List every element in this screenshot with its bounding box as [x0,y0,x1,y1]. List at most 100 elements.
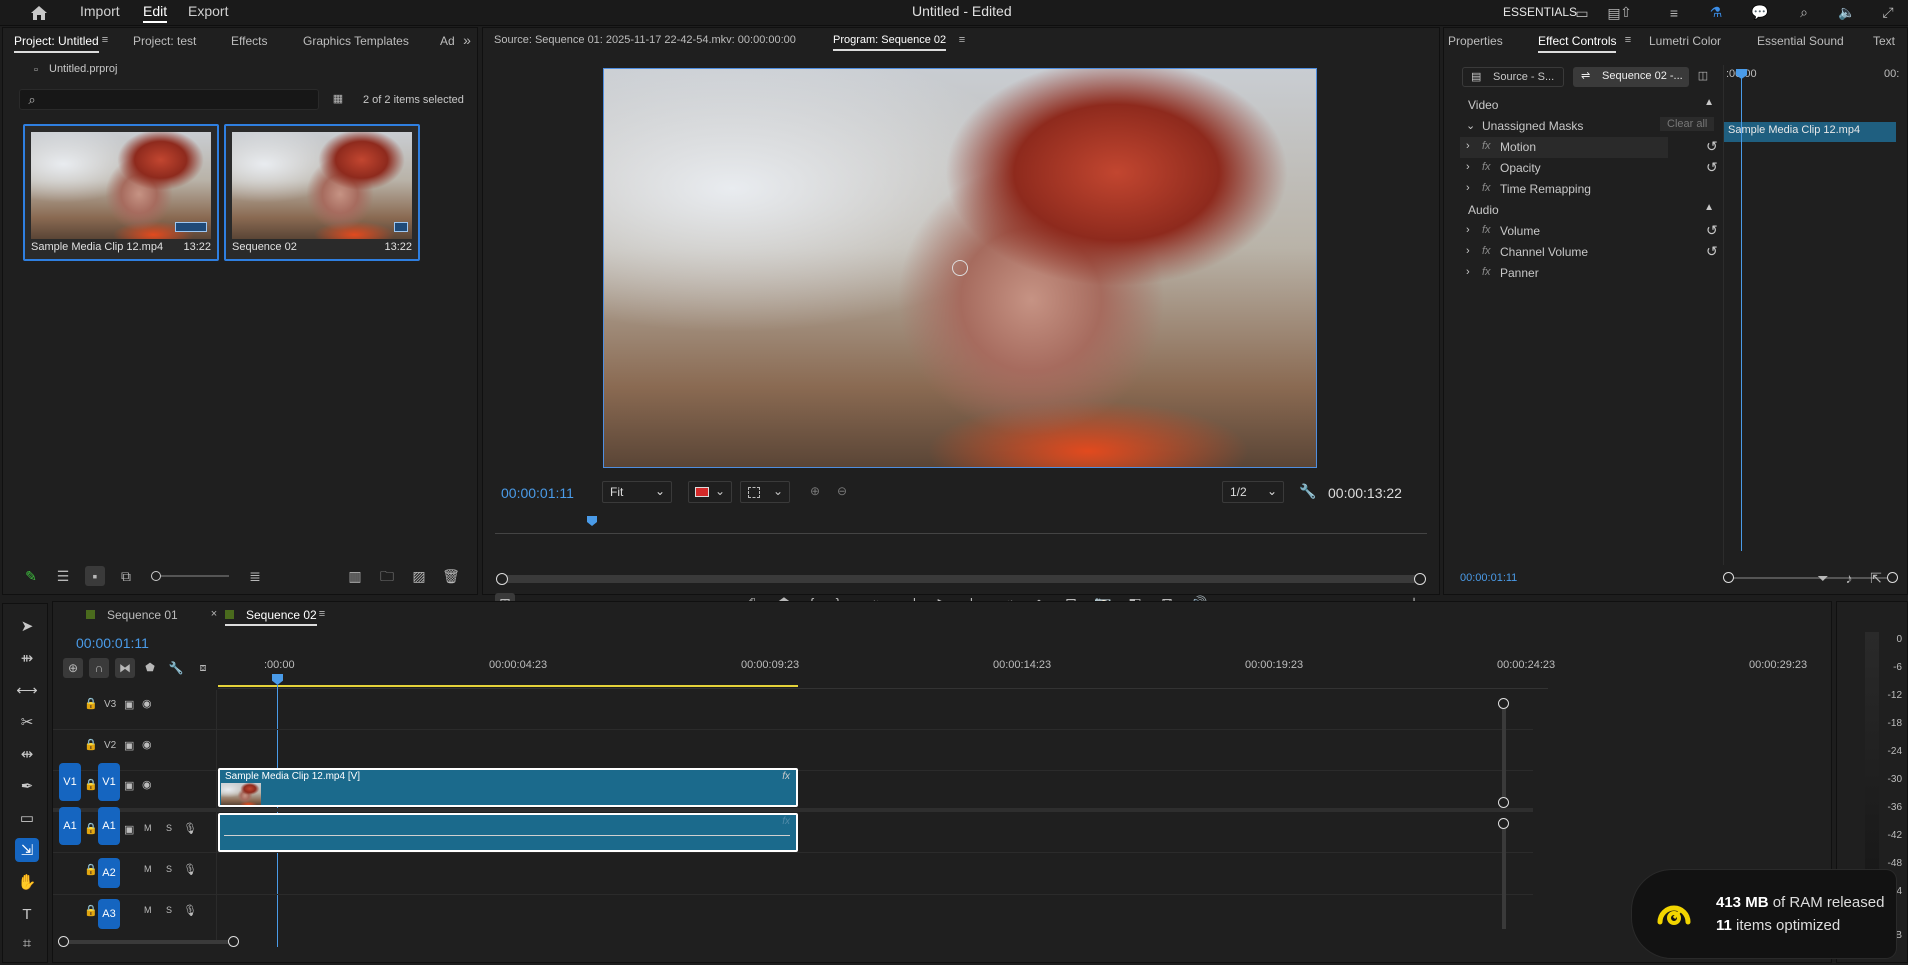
caption-tool-icon[interactable]: ⌗ [15,934,39,952]
zoom-slider[interactable] [151,571,229,581]
source-patch-v1[interactable]: V1 [59,763,81,801]
search-icon[interactable]: ⌕ [1795,3,1813,21]
insert-nest-icon[interactable]: ⊕ [63,658,83,678]
audio-clip[interactable]: fx [218,813,798,852]
edit-menu[interactable]: Edit [143,3,168,23]
more-tabs-icon[interactable]: » [459,33,475,47]
track-target-v1[interactable]: V1 [98,763,120,801]
track-target-a1[interactable]: A1 [98,807,120,845]
tab-graphics-templates[interactable]: Graphics Templates [303,34,409,48]
reset-icon[interactable]: ↺ [1706,159,1718,176]
video-section-header[interactable]: Video ▲ [1460,95,1722,116]
solo-button[interactable]: S [166,823,172,833]
timeline-ruler[interactable] [218,652,1548,689]
lock-icon[interactable]: 🔒 [84,863,98,876]
zoom-out-icon[interactable]: ⊖ [834,483,850,499]
filter-icon[interactable]: ⏷ [1815,570,1831,586]
tab-properties[interactable]: Properties [1448,34,1503,48]
icon-view-icon[interactable]: ▪ [85,566,105,586]
ec-clip-bar[interactable]: Sample Media Clip 12.mp4 [1724,122,1896,142]
horizontal-scroll-track[interactable] [66,940,236,944]
razor-tool-icon[interactable]: ✂ [15,710,39,734]
sequence-02-tab[interactable]: Sequence 02 [225,608,317,626]
audio-scroll-track[interactable] [1502,829,1506,929]
track-target-a3[interactable]: A3 [98,899,120,929]
tab-project-test[interactable]: Project: test [133,34,196,48]
export-share-icon[interactable]: ⇧ [1617,3,1635,21]
track-target-a2[interactable]: A2 [98,858,120,888]
timeline-menu-icon[interactable]: ≡ [316,607,328,621]
microphone-icon[interactable]: 🎙 [183,863,197,876]
comments-icon[interactable]: 💬 [1751,3,1769,21]
lock-icon[interactable]: 🔒 [84,904,98,917]
add-marker-icon[interactable]: ⬟ [142,660,158,676]
wrench-icon[interactable]: 🔧 [1299,483,1316,499]
snap-icon[interactable]: ∩ [89,658,109,678]
freeform-view-icon[interactable]: ⧉ [117,568,135,584]
clear-all-button[interactable]: Clear all [1660,117,1715,131]
horizontal-scroll-left[interactable] [58,936,69,947]
panel-layout-icon[interactable]: ▭ [1573,4,1591,22]
audio-only-icon[interactable]: ♪ [1841,570,1857,586]
transform-handle[interactable] [952,260,968,276]
rectangle-tool-icon[interactable]: ▭ [15,806,39,830]
horizontal-scroll-right[interactable] [228,936,239,947]
home-icon[interactable] [28,3,50,23]
selection-tool-icon[interactable]: ➤ [15,614,39,638]
transform-tool-icon[interactable]: ⇲ [15,838,39,862]
export-menu[interactable]: Export [188,3,228,19]
progress-icon[interactable]: ⚗ [1707,3,1725,21]
project-item-sequence[interactable]: Sequence 02 13:22 [224,124,420,261]
effect-volume-row[interactable]: › fx Volume ↺ [1460,221,1722,242]
tab-effect-controls[interactable]: Effect Controls [1538,34,1617,53]
source-chip[interactable]: ▤ Source - S... [1462,67,1564,87]
effect-channel-volume-row[interactable]: › fx Channel Volume ↺ [1460,242,1722,263]
zoom-slider-handle[interactable] [151,571,161,581]
ec-zoom-right-handle[interactable] [1887,572,1898,583]
project-item-clip[interactable]: Sample Media Clip 12.mp4 13:22 [23,124,219,261]
timeline-timecode[interactable]: 00:00:01:11 [76,635,149,651]
safe-margins-dropdown[interactable]: ⌄ [740,481,790,503]
new-bin-icon[interactable]: 🗀 [379,568,395,584]
automate-sequence-icon[interactable]: ▥ [347,568,363,584]
toggle-timeline-icon[interactable]: ◫ [1696,68,1710,84]
mute-button[interactable]: M [144,823,152,833]
video-scroll-track[interactable] [1502,709,1506,797]
audio-section-header[interactable]: Audio ▲ [1460,200,1722,221]
tab-program-monitor[interactable]: Program: Sequence 02 [833,34,947,51]
video-scroll-handle[interactable] [1498,698,1509,709]
slip-tool-icon[interactable]: ⇹ [15,742,39,766]
program-menu-icon[interactable]: ≡ [956,33,968,47]
effect-motion-row[interactable]: › fx Motion ↺ [1460,137,1718,158]
sync-lock-icon[interactable]: ▣ [124,698,134,711]
sync-lock-icon[interactable]: ▣ [124,739,134,752]
track-select-tool-icon[interactable]: ⇻ [15,646,39,670]
list-view-icon[interactable]: ☰ [55,568,71,584]
monitor-zoom-bar[interactable] [501,575,1421,583]
sequence-chip[interactable]: ⇌ Sequence 02 -... [1573,67,1689,87]
timecode-current[interactable]: 00:00:01:11 [501,485,574,501]
hand-tool-icon[interactable]: ✋ [15,870,39,894]
sequence-01-tab[interactable]: Sequence 01 [86,608,178,622]
reset-icon[interactable]: ↺ [1706,222,1718,239]
ripple-edit-tool-icon[interactable]: ⟷ [15,678,39,702]
mute-button[interactable]: M [144,905,152,915]
tab-essential-sound[interactable]: Essential Sound [1757,34,1844,48]
tab-project-untitled[interactable]: Project: Untitled [14,34,99,53]
ram-released-toast[interactable]: 413 MB of RAM released 11 items optimize… [1632,870,1896,958]
lock-icon[interactable]: 🔒 [84,697,98,710]
import-menu[interactable]: Import [80,3,120,19]
lock-icon[interactable]: 🔒 [84,738,98,751]
zoom-bar-left-handle[interactable] [496,573,508,585]
audio-scroll-handle[interactable] [1498,818,1509,829]
tab-effects[interactable]: Effects [231,34,267,48]
close-icon[interactable]: × [208,608,220,620]
mute-button[interactable]: M [144,864,152,874]
bin-view-icon[interactable]: ▦ [331,92,345,106]
effect-panner-row[interactable]: › fx Panner [1460,263,1722,284]
ec-zoom-left-handle[interactable] [1723,572,1734,583]
video-scroll-handle-bottom[interactable] [1498,797,1509,808]
effect-time-remapping-row[interactable]: › fx Time Remapping [1460,179,1722,200]
lock-icon[interactable]: 🔒 [84,778,98,791]
eye-icon[interactable]: ◉ [142,738,152,751]
